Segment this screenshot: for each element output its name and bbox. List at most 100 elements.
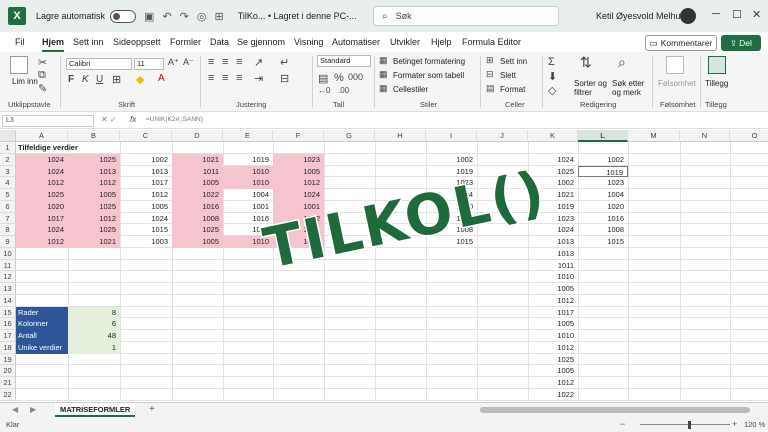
column-header-b[interactable]: B [68, 130, 120, 142]
undo-icon[interactable]: ↶ [162, 10, 171, 23]
minimize-icon[interactable]: ─ [712, 8, 720, 20]
italic-icon[interactable]: K [82, 74, 89, 85]
cell[interactable]: 1005 [172, 236, 223, 248]
row-header-22[interactable]: 22 [0, 388, 16, 401]
comments-button[interactable]: ▭ Kommentarer [645, 35, 717, 51]
autosave-toggle[interactable] [110, 9, 137, 23]
formula-input[interactable]: =UNIK(K2#;;SANN) [146, 116, 203, 123]
avatar[interactable] [680, 8, 696, 24]
align-middle-icon[interactable]: ≡ [222, 56, 228, 68]
format-painter-icon[interactable]: ✎ [38, 82, 47, 95]
cell[interactable]: 1025 [68, 153, 120, 166]
cut-icon[interactable]: ✂ [38, 56, 47, 69]
user-name[interactable]: Ketil Øyesvold Melhus [596, 11, 685, 21]
cell[interactable]: 1016 [172, 200, 223, 213]
column-header-c[interactable]: C [120, 130, 172, 142]
cell[interactable]: 1022 [528, 389, 578, 401]
cell[interactable]: 1016 [578, 213, 628, 225]
align-right-icon[interactable]: ≡ [236, 72, 242, 84]
tab-formler[interactable]: Formler [170, 37, 201, 47]
horizontal-scrollbar[interactable] [480, 407, 750, 413]
row-header-17[interactable]: 17 [0, 330, 16, 342]
cell[interactable]: 1012 [68, 212, 120, 225]
tab-formula-editor[interactable]: Formula Editor [462, 37, 521, 47]
decrease-decimal-icon[interactable]: .00 [338, 86, 349, 95]
cell[interactable]: 1015 [578, 236, 628, 248]
tab-automatiser[interactable]: Automatiser [332, 37, 380, 47]
bold-icon[interactable]: F [68, 74, 74, 85]
paste-icon[interactable] [10, 56, 28, 74]
row-header-4[interactable]: 4 [0, 177, 16, 189]
zoom-slider[interactable] [640, 424, 730, 425]
addins-button[interactable]: Tillegg [705, 79, 728, 88]
row-header-9[interactable]: 9 [0, 236, 16, 248]
cell[interactable]: 1008 [578, 224, 628, 236]
cell[interactable]: 1011 [528, 260, 578, 272]
cell[interactable]: 1012 [528, 342, 578, 354]
row-header-13[interactable]: 13 [0, 283, 16, 295]
tab-fil[interactable]: Fil [15, 37, 25, 47]
column-header-n[interactable]: N [680, 130, 730, 142]
cell[interactable]: 48 [68, 330, 120, 342]
cell[interactable]: 1024 [16, 224, 68, 236]
maximize-icon[interactable]: ☐ [732, 8, 742, 21]
shrink-font-icon[interactable]: A⁻ [183, 57, 194, 68]
column-header-m[interactable]: M [628, 130, 680, 142]
cell[interactable]: 1013 [68, 165, 120, 178]
conditional-format-button[interactable]: Betinget formatering [393, 57, 465, 66]
column-header-k[interactable]: K [528, 130, 578, 142]
cell[interactable]: 1012 [16, 177, 68, 189]
cell[interactable]: Kolonner [16, 318, 68, 330]
format-button[interactable]: Format [500, 85, 525, 94]
name-box[interactable]: L3 [2, 115, 94, 127]
column-header-g[interactable]: G [324, 130, 375, 142]
cell[interactable]: 1010 [223, 177, 273, 189]
cell[interactable]: 1008 [172, 212, 223, 225]
insert-button[interactable]: Sett inn [500, 57, 527, 66]
row-header-18[interactable]: 18 [0, 341, 16, 354]
column-header-j[interactable]: J [477, 130, 528, 142]
cell[interactable]: 1019 [578, 165, 628, 178]
share-button[interactable]: ⇪ Del [721, 35, 761, 51]
cell[interactable]: 1010 [223, 165, 273, 178]
cell[interactable]: 1 [68, 341, 120, 354]
zoom-slider-knob[interactable] [688, 421, 691, 429]
fill-icon[interactable]: ⬇ [548, 70, 557, 83]
column-header-l[interactable]: L [578, 130, 628, 142]
cell[interactable]: 1024 [16, 153, 68, 166]
row-header-14[interactable]: 14 [0, 294, 16, 307]
redo-icon[interactable]: ↷ [180, 10, 189, 23]
row-header-3[interactable]: 3 [0, 165, 16, 178]
row-header-5[interactable]: 5 [0, 189, 16, 201]
align-left-icon[interactable]: ≡ [208, 72, 214, 84]
cell[interactable]: 1012 [528, 295, 578, 307]
orientation-icon[interactable]: ↗ [254, 56, 263, 69]
cell[interactable]: 1004 [578, 189, 628, 201]
cell[interactable]: Antall [16, 330, 68, 342]
tab-se-gjennom[interactable]: Se gjennom [237, 37, 285, 47]
row-header-11[interactable]: 11 [0, 259, 16, 272]
zoom-in-icon[interactable]: + [732, 419, 737, 429]
row-header-21[interactable]: 21 [0, 377, 16, 389]
tab-data[interactable]: Data [210, 37, 229, 47]
font-color-icon[interactable]: A [158, 73, 165, 84]
font-size-select[interactable]: 11 [134, 58, 164, 70]
align-top-icon[interactable]: ≡ [208, 56, 214, 68]
cell[interactable]: 1005 [528, 318, 578, 330]
row-header-19[interactable]: 19 [0, 353, 16, 366]
row-header-16[interactable]: 16 [0, 318, 16, 330]
cell[interactable]: 1012 [68, 177, 120, 189]
cell[interactable]: 1025 [68, 200, 120, 213]
zoom-out-icon[interactable]: − [620, 419, 625, 429]
increase-decimal-icon[interactable]: ←0 [318, 86, 330, 95]
cell[interactable]: 1005 [172, 177, 223, 189]
cell-styles-button[interactable]: Cellestiler [393, 85, 428, 94]
clear-icon[interactable]: ◇ [548, 84, 556, 97]
copy-icon[interactable]: ⧉ [38, 69, 46, 82]
tab-hjelp[interactable]: Hjelp [431, 37, 452, 47]
column-header-d[interactable]: D [172, 130, 223, 142]
cancel-confirm-icons[interactable]: ✕ ✓ [101, 115, 117, 124]
cell[interactable]: 1012 [273, 177, 324, 189]
zoom-level[interactable]: 120 % [744, 420, 765, 429]
find-select-button[interactable]: Søk etter og merk [612, 79, 652, 97]
